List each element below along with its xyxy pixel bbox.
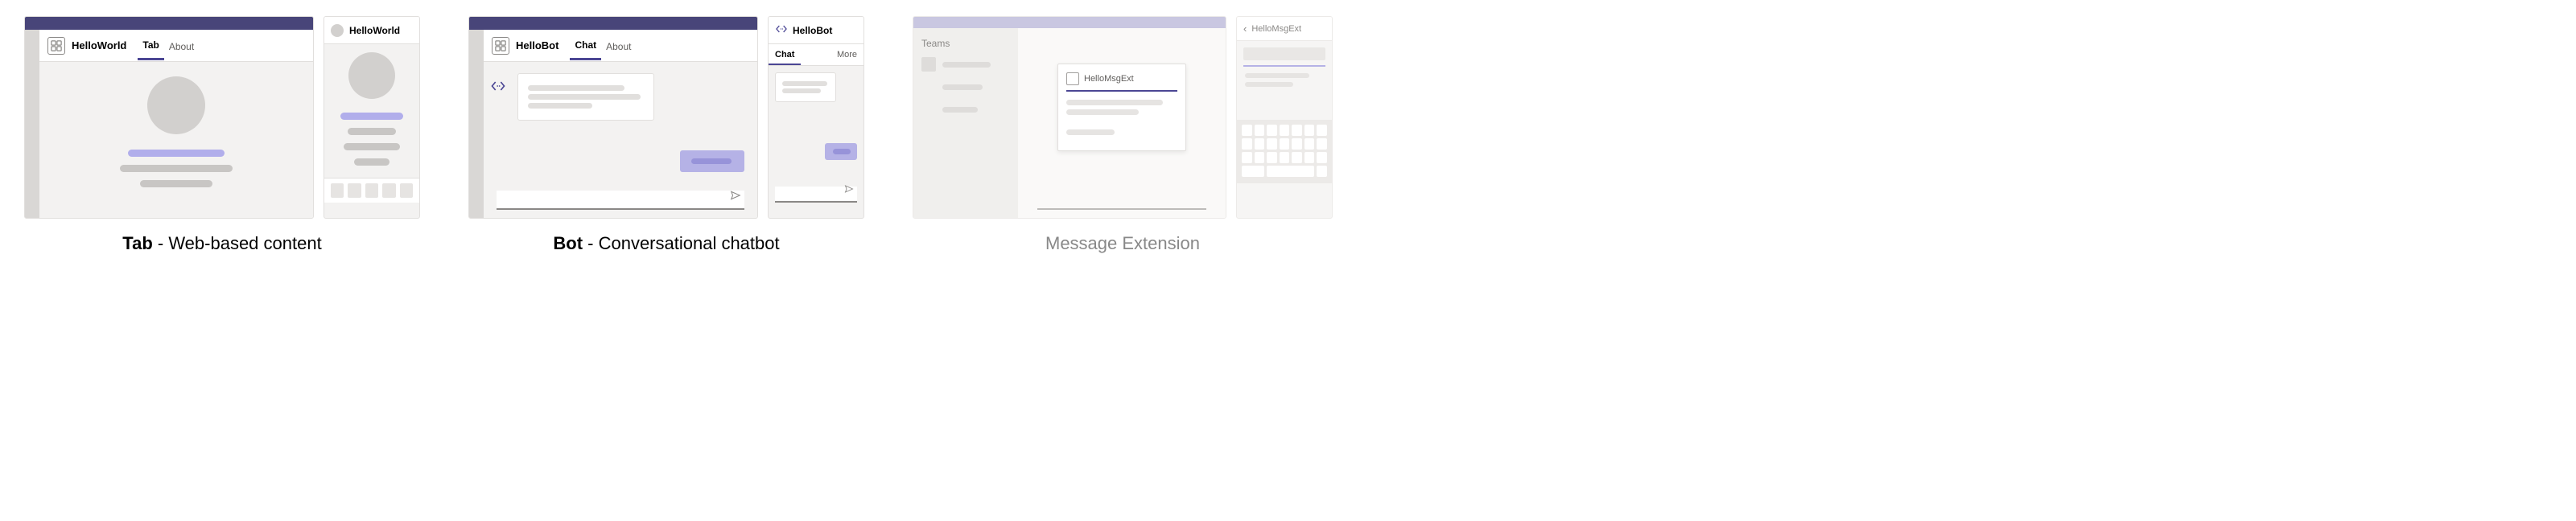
text-line — [344, 143, 400, 150]
tab-about[interactable]: About — [164, 32, 199, 59]
tab-group: HelloWorld Tab About — [24, 16, 420, 254]
window-titlebar — [913, 17, 1226, 28]
nav-item[interactable] — [331, 183, 344, 198]
tab-mobile-window: HelloWorld — [324, 16, 420, 219]
mobile-nav — [324, 178, 419, 203]
bot-group: HelloBot Chat About — [468, 16, 864, 254]
tab-header: HelloWorld Tab About — [39, 30, 313, 62]
compose-box[interactable] — [497, 191, 744, 210]
send-icon[interactable] — [844, 183, 854, 198]
text-line — [348, 128, 396, 135]
tab-caption: Tab - Web-based content — [122, 233, 321, 254]
mobile-tabs: Chat More — [769, 44, 863, 66]
card-rule — [1066, 90, 1177, 92]
outgoing-message — [680, 150, 744, 172]
tab-more[interactable]: More — [831, 44, 863, 65]
bot-header: HelloBot Chat About — [484, 30, 757, 62]
mobile-title: HelloWorld — [349, 25, 400, 36]
mobile-chat-area — [769, 72, 863, 209]
text-line — [140, 180, 212, 187]
card-title: HelloMsgExt — [1084, 74, 1134, 84]
tab-desktop-window: HelloWorld Tab About — [24, 16, 314, 219]
list-item[interactable] — [921, 102, 1010, 117]
incoming-message — [775, 72, 836, 102]
mobile-header: ‹ HelloMsgExt — [1237, 17, 1332, 41]
send-icon[interactable] — [730, 190, 741, 205]
bot-caption: Bot - Conversational chatbot — [553, 233, 779, 254]
message-extension-group: Teams HelloMsgExt — [913, 16, 1333, 254]
app-name: HelloWorld — [72, 39, 126, 51]
search-input[interactable] — [1243, 47, 1325, 60]
bot-mobile-window: HelloBot Chat More — [768, 16, 864, 219]
avatar-placeholder — [348, 52, 395, 99]
back-icon[interactable]: ‹ — [1243, 23, 1247, 35]
bot-desktop-window: HelloBot Chat About — [468, 16, 758, 219]
app-rail — [469, 30, 484, 218]
card-app-icon — [1066, 72, 1079, 85]
tab-chat[interactable]: Chat — [769, 44, 801, 65]
me-main: HelloMsgExt — [1018, 28, 1226, 218]
me-desktop-window: Teams HelloMsgExt — [913, 16, 1226, 219]
text-line — [1066, 129, 1115, 135]
tab-chat[interactable]: Chat — [570, 31, 601, 60]
compose-box[interactable] — [775, 187, 857, 203]
me-mobile-window: ‹ HelloMsgExt — [1236, 16, 1333, 219]
title-line — [128, 150, 225, 157]
text-line — [354, 158, 389, 166]
sidebar-title: Teams — [921, 38, 1010, 49]
me-caption: Message Extension — [1045, 233, 1200, 254]
nav-item[interactable] — [365, 183, 378, 198]
list-item[interactable] — [921, 80, 1010, 94]
nav-item[interactable] — [348, 183, 361, 198]
list-item[interactable] — [921, 57, 1010, 72]
app-icon — [47, 37, 65, 55]
window-titlebar — [25, 17, 313, 30]
text-line — [1245, 73, 1309, 78]
nav-item[interactable] — [400, 183, 413, 198]
app-icon — [492, 37, 509, 55]
message-extension-card: HelloMsgExt — [1057, 64, 1186, 151]
outgoing-message — [825, 143, 857, 160]
accent-rule — [1243, 65, 1325, 67]
mobile-header: HelloBot — [769, 17, 863, 44]
teams-sidebar: Teams — [913, 28, 1018, 218]
bot-avatar-icon — [490, 78, 506, 98]
window-titlebar — [469, 17, 757, 30]
compose-box[interactable] — [1037, 194, 1206, 210]
app-name: HelloBot — [516, 39, 558, 51]
tab-about[interactable]: About — [601, 32, 636, 59]
mobile-title: HelloBot — [793, 25, 832, 36]
avatar-placeholder — [147, 76, 205, 134]
tab-tab[interactable]: Tab — [138, 31, 163, 60]
text-line — [1066, 100, 1163, 105]
keyboard[interactable] — [1237, 120, 1332, 183]
text-line — [1245, 82, 1293, 87]
avatar-dot-icon — [331, 24, 344, 37]
bot-avatar-icon — [775, 23, 788, 38]
mobile-header: HelloWorld — [324, 17, 419, 44]
diagram-row: HelloWorld Tab About — [24, 16, 2552, 254]
incoming-message — [517, 73, 654, 121]
nav-item[interactable] — [382, 183, 395, 198]
mobile-title: HelloMsgExt — [1251, 24, 1301, 34]
app-rail — [25, 30, 39, 218]
text-line — [1066, 109, 1139, 115]
results-list — [1237, 73, 1332, 87]
tab-content — [39, 62, 313, 191]
chat-area — [484, 62, 757, 218]
text-line — [120, 165, 233, 172]
title-line — [340, 113, 403, 120]
